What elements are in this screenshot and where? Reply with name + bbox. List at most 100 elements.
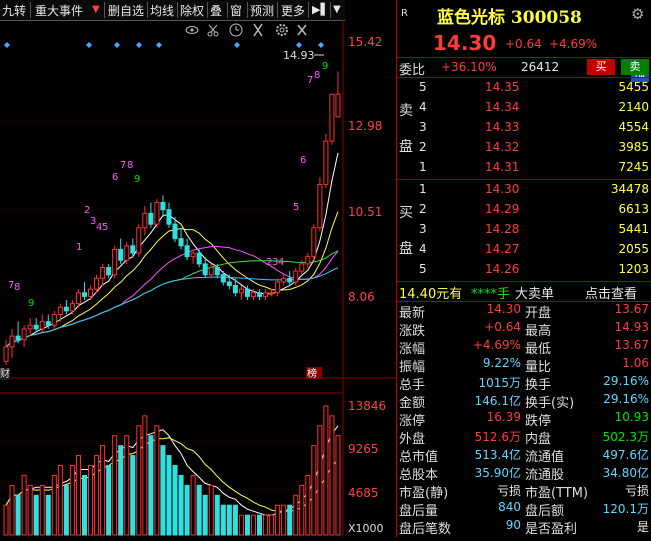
candle[interactable]	[202, 263, 208, 276]
volume-bar[interactable]	[57, 465, 63, 536]
volume-bar[interactable]	[160, 445, 166, 536]
candle[interactable]	[136, 227, 142, 254]
volume-bar[interactable]	[3, 504, 9, 536]
candle[interactable]	[323, 140, 329, 185]
buy_book-price[interactable]: 14.27	[485, 242, 519, 256]
toolbar-remove-watchlist[interactable]: 删自选	[108, 2, 144, 19]
volume-bar[interactable]	[51, 474, 57, 536]
candle[interactable]	[311, 227, 317, 258]
volume-bar[interactable]	[88, 465, 94, 536]
candle[interactable]	[88, 288, 94, 297]
chevron-down-icon[interactable]: ▼	[333, 4, 341, 15]
volume-bar[interactable]	[39, 484, 45, 536]
tools-icon[interactable]	[253, 23, 263, 37]
volume-bar[interactable]	[33, 494, 39, 536]
sell_book-price[interactable]: 14.31	[485, 160, 519, 174]
scissors-icon[interactable]	[207, 24, 219, 37]
candle[interactable]	[196, 252, 202, 265]
candle[interactable]	[263, 292, 269, 297]
candle[interactable]	[244, 288, 250, 297]
kline-chart[interactable]: 15.42 12.98 10.51 8.06 13846 9265 4685 X…	[0, 20, 396, 537]
event-marker[interactable]	[136, 42, 142, 48]
candle[interactable]	[81, 292, 88, 297]
sell_book-price[interactable]: 14.34	[485, 100, 519, 114]
candle[interactable]	[160, 202, 166, 211]
volume-bar[interactable]	[305, 474, 311, 536]
volume-bar[interactable]	[142, 415, 148, 536]
volume-bar[interactable]	[45, 494, 51, 536]
volume-bar[interactable]	[27, 484, 33, 536]
volume-bar[interactable]	[124, 435, 130, 536]
event-marker[interactable]	[296, 42, 302, 48]
volume-bar[interactable]	[63, 484, 69, 536]
candle[interactable]	[275, 281, 281, 294]
candle[interactable]	[208, 267, 214, 276]
volume-bar[interactable]	[148, 435, 154, 536]
candle[interactable]	[100, 267, 106, 279]
candle[interactable]	[214, 267, 220, 276]
sell-button[interactable]: 卖	[621, 59, 649, 75]
volume-bar[interactable]	[293, 494, 299, 536]
buy_book-price[interactable]: 14.26	[485, 262, 519, 276]
candle[interactable]	[27, 324, 33, 330]
volume-bar[interactable]	[226, 504, 232, 536]
candle[interactable]	[154, 202, 160, 225]
toolbar-more[interactable]: 更多	[281, 2, 305, 19]
candle[interactable]	[142, 212, 148, 229]
candle[interactable]	[33, 324, 39, 330]
toolbar-ex-rights[interactable]: 除权	[180, 2, 204, 19]
buy_book-price[interactable]: 14.30	[485, 182, 519, 196]
eye-icon[interactable]	[185, 26, 199, 34]
candle[interactable]	[250, 292, 256, 297]
volume-bar[interactable]	[275, 504, 281, 536]
volume-bar[interactable]	[202, 494, 208, 536]
volume-bar[interactable]	[184, 484, 190, 536]
event-marker[interactable]	[4, 42, 10, 48]
volume-bar[interactable]	[15, 494, 21, 536]
candle[interactable]	[226, 281, 232, 287]
candle[interactable]	[112, 248, 118, 276]
candle[interactable]	[299, 263, 305, 272]
buy_book-price[interactable]: 14.29	[485, 202, 519, 216]
candle[interactable]	[45, 321, 51, 326]
candle[interactable]	[287, 277, 293, 283]
volume-bar[interactable]	[238, 514, 244, 536]
toolbar-overlay[interactable]: 叠	[210, 2, 222, 19]
buy_book-price[interactable]: 14.28	[485, 222, 519, 236]
kline-chart-area[interactable]: 15.42 12.98 10.51 8.06 13846 9265 4685 X…	[0, 20, 396, 537]
sell_book-price[interactable]: 14.35	[485, 80, 519, 94]
volume-bar[interactable]	[94, 455, 100, 536]
volume-bar[interactable]	[329, 415, 335, 536]
candle[interactable]	[317, 183, 323, 229]
candle[interactable]	[184, 245, 190, 258]
volume-bar[interactable]	[299, 484, 305, 536]
candle[interactable]	[257, 292, 263, 297]
volume-bar[interactable]	[118, 445, 124, 536]
candle[interactable]	[305, 256, 311, 265]
toolbar-forecast[interactable]: 预测	[250, 2, 274, 19]
volume-bar[interactable]	[232, 504, 238, 536]
gear-icon[interactable]	[276, 24, 288, 36]
volume-bar[interactable]	[311, 445, 317, 536]
chevron-down-icon[interactable]: ▼	[92, 4, 100, 15]
volume-bar[interactable]	[190, 474, 196, 536]
candle[interactable]	[172, 223, 178, 240]
volume-bar[interactable]	[214, 494, 220, 536]
volume-bar[interactable]	[287, 504, 293, 536]
candle[interactable]	[3, 346, 9, 362]
candle[interactable]	[148, 212, 154, 225]
volume-bar[interactable]	[263, 514, 269, 536]
bottom-mid-tag[interactable]: 榜	[307, 367, 317, 380]
candle[interactable]	[39, 321, 45, 330]
volume-bar[interactable]	[172, 465, 178, 536]
volume-bar[interactable]	[75, 455, 81, 536]
volume-bar[interactable]	[81, 474, 88, 536]
candle[interactable]	[238, 288, 244, 294]
candle[interactable]	[124, 245, 130, 261]
bottom-left-tag[interactable]: 财	[0, 367, 10, 380]
volume-bar[interactable]	[269, 514, 275, 536]
volume-bar[interactable]	[9, 484, 15, 536]
candle[interactable]	[130, 245, 136, 254]
candle[interactable]	[269, 292, 275, 295]
volume-bar[interactable]	[154, 425, 160, 536]
